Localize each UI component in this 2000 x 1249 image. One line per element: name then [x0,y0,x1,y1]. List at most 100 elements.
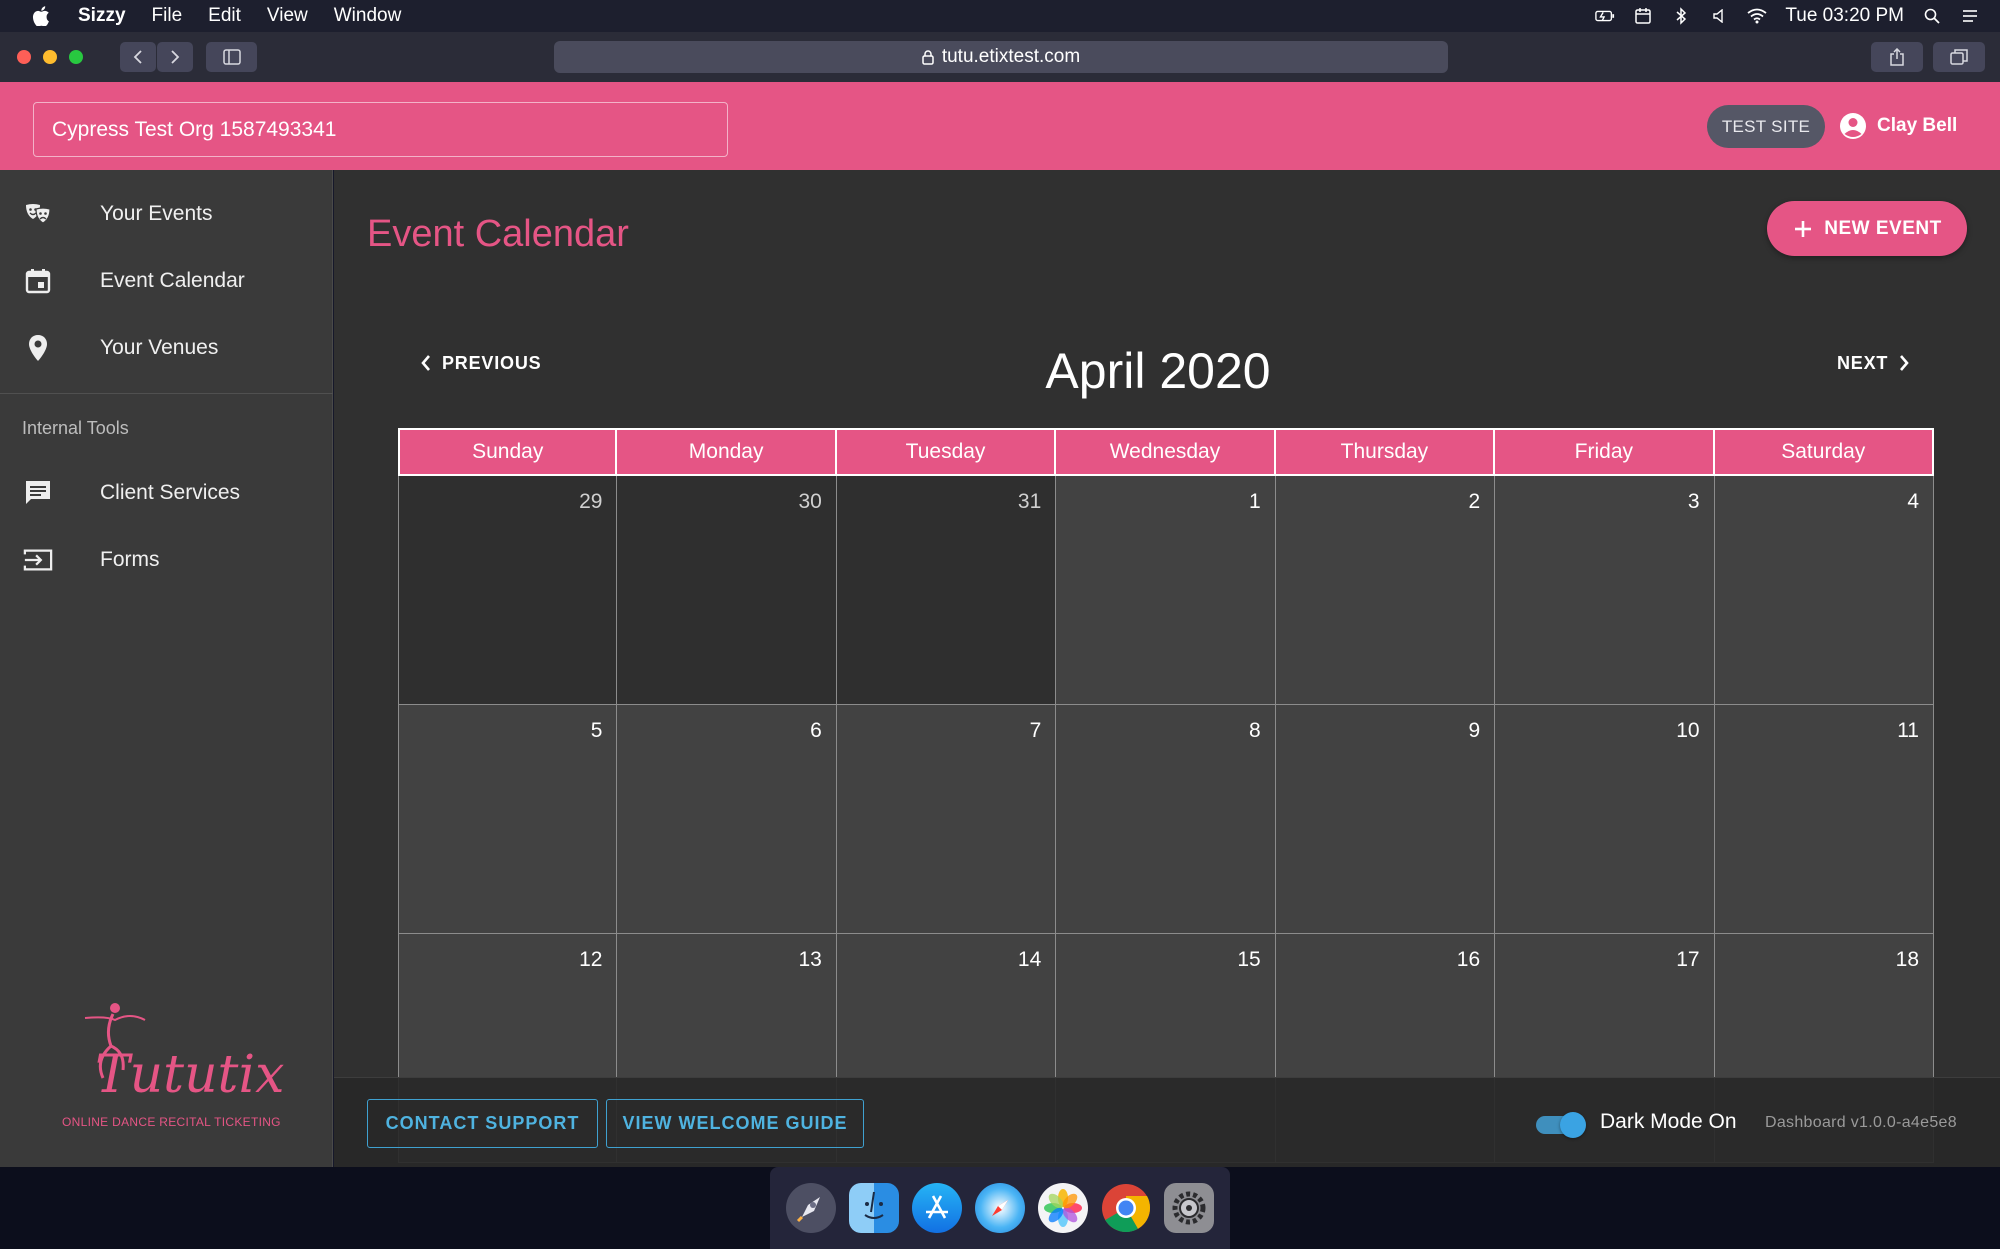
sidebar-item-your-venues[interactable]: Your Venues [0,315,333,381]
chrome-icon[interactable] [1101,1183,1151,1233]
bluetooth-icon[interactable] [1671,7,1691,25]
menu-bar-clock[interactable]: Tue 03:20 PM [1785,5,1904,27]
weekday-header: Saturday [1714,428,1934,476]
sidebar-divider [0,393,333,394]
calendar-day-cell[interactable]: 31 [836,476,1057,705]
share-icon [1890,48,1904,66]
calendar-day-cell[interactable]: 9 [1275,705,1496,934]
calendar-day-cell[interactable]: 5 [398,705,618,934]
logo-brand-text: Tututix [95,1045,284,1105]
chevron-left-icon [133,50,142,64]
calendar-grid: Sunday Monday Tuesday Wednesday Thursday… [398,428,1934,1163]
wifi-icon[interactable] [1747,7,1767,25]
battery-icon[interactable] [1595,7,1615,25]
page-title: Event Calendar [367,213,629,255]
apple-icon[interactable] [30,5,52,27]
dashboard-version: Dashboard v1.0.0-a4e5e8 [1765,1114,1957,1131]
user-menu[interactable]: Clay Bell [1839,104,1957,148]
sidebar: Your Events Event Calendar Your Venues I… [0,170,333,1167]
browser-toolbar: tutu.etixtest.com [0,32,2000,82]
logo-tagline: ONLINE DANCE RECITAL TICKETING [62,1115,281,1129]
month-title: April 2020 [1045,343,1271,399]
weekday-header: Sunday [398,428,618,476]
plus-icon [1795,220,1812,237]
sidebar-icon [222,49,241,65]
macos-menu-bar: Sizzy File Edit View Window Tue 03:20 PM [0,0,2000,32]
launchpad-icon[interactable] [786,1183,836,1233]
calendar-day-cell[interactable]: 8 [1056,705,1276,934]
menu-file[interactable]: File [152,5,183,27]
dark-mode-label: Dark Mode On [1600,1110,1737,1133]
chevron-right-icon [1900,355,1909,371]
test-site-badge: TEST SITE [1707,105,1825,148]
system-preferences-icon[interactable] [1164,1183,1214,1233]
menu-app-name[interactable]: Sizzy [78,5,126,27]
menu-window[interactable]: Window [334,5,402,27]
next-label: NEXT [1837,352,1889,373]
next-month-button[interactable]: NEXT [1837,348,1910,378]
calendar-day-cell[interactable]: 3 [1495,476,1715,705]
calendar-day-cell[interactable]: 29 [398,476,618,705]
notification-center-icon[interactable] [1960,7,1980,25]
organization-selector[interactable]: Cypress Test Org 1587493341 [33,102,728,157]
lock-icon [922,49,934,65]
macos-dock [770,1167,1230,1249]
url-text: tutu.etixtest.com [941,46,1081,67]
sidebar-item-label: Event Calendar [100,269,245,292]
calendar-icon [23,266,53,296]
contact-support-button[interactable]: CONTACT SUPPORT [367,1099,598,1148]
volume-icon[interactable] [1709,7,1729,25]
view-welcome-guide-button[interactable]: VIEW WELCOME GUIDE [606,1099,864,1148]
calendar-day-cell[interactable]: 7 [836,705,1057,934]
calendar-day-cell[interactable]: 30 [617,476,837,705]
toggle-thumb [1560,1112,1586,1138]
app-store-icon[interactable] [912,1183,962,1233]
new-event-label: NEW EVENT [1824,217,1942,239]
sidebar-toggle-button[interactable] [206,42,257,72]
account-circle-icon [1840,113,1866,139]
tabs-overview-button[interactable] [1933,42,1985,72]
sidebar-item-client-services[interactable]: Client Services [0,460,333,526]
calendar-day-cell[interactable]: 11 [1714,705,1934,934]
weekday-header: Wednesday [1056,428,1276,476]
calendar-status-icon[interactable] [1633,7,1653,25]
calendar-day-cell[interactable]: 1 [1056,476,1276,705]
calendar-day-cell[interactable]: 4 [1714,476,1934,705]
finder-icon[interactable] [849,1183,899,1233]
weekday-header: Tuesday [836,428,1057,476]
dark-mode-toggle[interactable] [1536,1112,1586,1138]
sidebar-item-label: Client Services [100,481,241,504]
menu-view[interactable]: View [267,5,308,27]
user-name: Clay Bell [1877,115,1958,136]
calendar-body: 29 30 31 1 2 3 4 5 6 7 8 9 10 11 12 13 1… [398,476,1934,1163]
calendar-day-cell[interactable]: 2 [1275,476,1496,705]
tututix-logo: Tututix ONLINE DANCE RECITAL TICKETING [55,1000,285,1140]
sidebar-item-label: Your Events [100,202,213,225]
address-bar[interactable]: tutu.etixtest.com [554,41,1448,73]
internal-tools-heading: Internal Tools [22,418,129,438]
safari-icon[interactable] [975,1183,1025,1233]
calendar-day-cell[interactable]: 10 [1495,705,1715,934]
calendar-day-cell[interactable]: 6 [617,705,837,934]
masks-icon [23,199,53,229]
window-controls [17,50,83,64]
close-window-icon[interactable] [17,50,31,64]
location-pin-icon [23,333,53,363]
sidebar-item-your-events[interactable]: Your Events [0,181,333,247]
forward-button[interactable] [157,42,193,72]
spotlight-search-icon[interactable] [1922,7,1942,25]
minimize-window-icon[interactable] [43,50,57,64]
main-content: Event Calendar NEW EVENT PREVIOUS April … [334,170,2000,1167]
menu-edit[interactable]: Edit [208,5,241,27]
sidebar-item-label: Forms [100,548,160,571]
sidebar-item-label: Your Venues [100,336,219,359]
maximize-window-icon[interactable] [69,50,83,64]
sidebar-item-event-calendar[interactable]: Event Calendar [0,248,333,314]
sidebar-item-forms[interactable]: Forms [0,527,333,593]
back-button[interactable] [120,42,156,72]
photos-icon[interactable] [1038,1183,1088,1233]
share-button[interactable] [1871,42,1923,72]
weekday-header: Monday [617,428,837,476]
new-event-button[interactable]: NEW EVENT [1767,201,1967,256]
chat-icon [23,478,53,508]
